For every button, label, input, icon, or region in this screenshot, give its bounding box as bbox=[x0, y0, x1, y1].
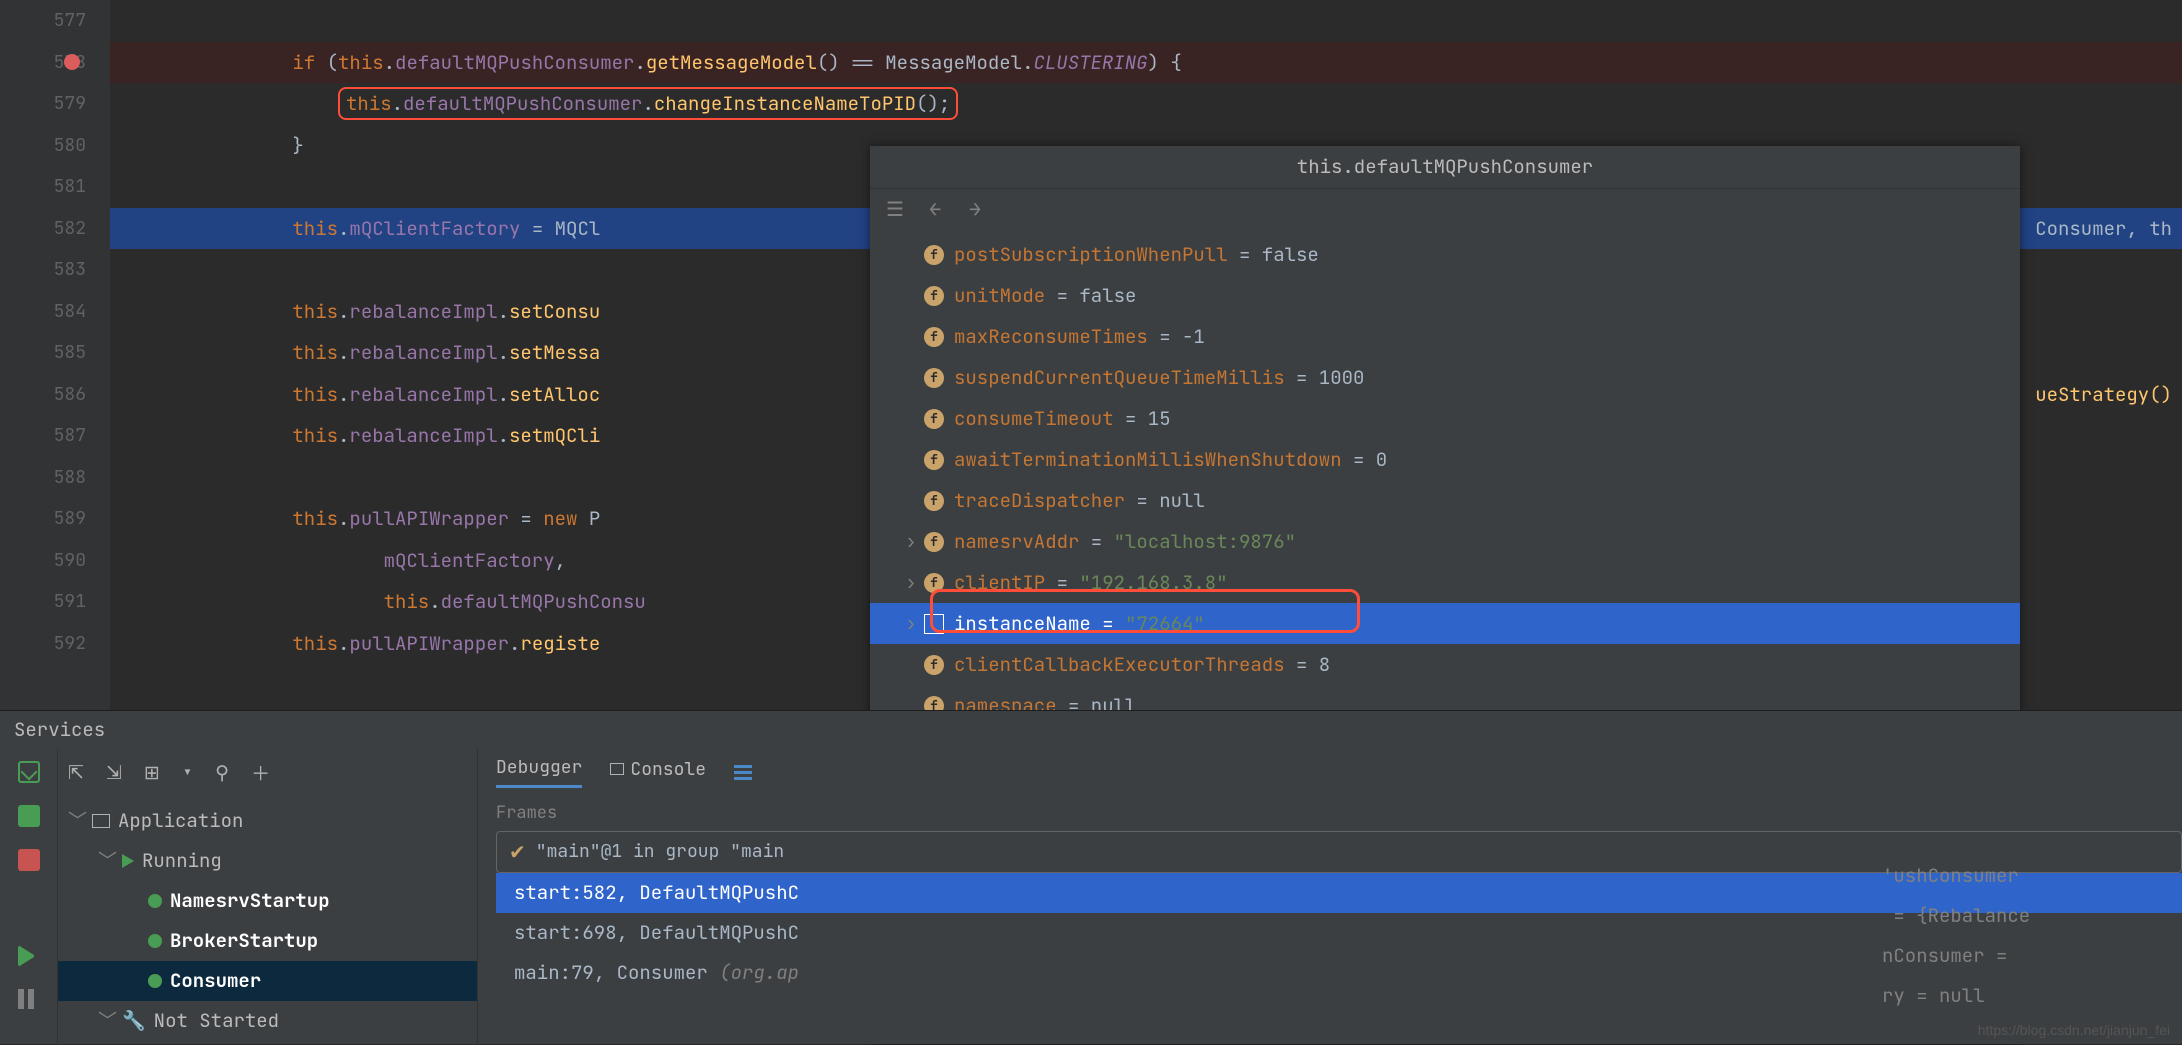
filter-icon[interactable]: ▾ bbox=[182, 760, 193, 785]
tree-item-namesrv[interactable]: NamesrvStartup bbox=[58, 881, 477, 921]
line-number: 587 bbox=[0, 415, 110, 457]
inline-debug-values: 'ushConsumer = {Rebalance nConsumer = ry… bbox=[1882, 856, 2182, 1016]
highlighted-code-box: this.defaultMQPushConsumer.changeInstanc… bbox=[338, 87, 958, 120]
field-badge-icon: f bbox=[924, 286, 944, 306]
frames-title: Frames bbox=[496, 795, 2182, 831]
line-number: 589 bbox=[0, 498, 110, 540]
wrench-icon: 🔧 bbox=[122, 1001, 146, 1041]
debug-variable-row[interactable]: fconsumeTimeout = 15 bbox=[870, 398, 2020, 439]
keyword-if: if bbox=[292, 50, 315, 75]
layout-icon[interactable] bbox=[734, 765, 752, 780]
bug-icon bbox=[148, 894, 162, 908]
debug-variable-row[interactable]: ftraceDispatcher = null bbox=[870, 480, 2020, 521]
field-badge-icon: f bbox=[924, 245, 944, 265]
debug-variable-row[interactable]: fsuspendCurrentQueueTimeMillis = 1000 bbox=[870, 357, 2020, 398]
line-number: 577 bbox=[0, 0, 110, 42]
expand-all-icon[interactable]: ⇱ bbox=[68, 760, 84, 785]
field-badge-icon: f bbox=[924, 491, 944, 511]
line-number: 583 bbox=[0, 249, 110, 291]
line-number: 578 bbox=[0, 42, 110, 84]
line-number: 592 bbox=[0, 623, 110, 665]
line-number: 579 bbox=[0, 83, 110, 125]
tree-running[interactable]: ﹀Running bbox=[58, 841, 477, 881]
field-badge-icon: f bbox=[924, 532, 944, 552]
debug-tabs: Debugger Console bbox=[478, 749, 2182, 795]
debug-variable-row[interactable]: ›instanceName = "72664" bbox=[870, 603, 2020, 644]
tree-item-broker[interactable]: BrokerStartup bbox=[58, 921, 477, 961]
rerun-icon[interactable] bbox=[18, 761, 40, 783]
resume-icon[interactable] bbox=[18, 945, 40, 967]
breakpoint-icon[interactable] bbox=[64, 54, 80, 70]
line-number: 590 bbox=[0, 540, 110, 582]
tag-icon[interactable]: ⚲ bbox=[215, 760, 229, 785]
debug-variable-row[interactable]: ›fnamesrvAddr = "localhost:9876" bbox=[870, 521, 2020, 562]
tab-console[interactable]: Console bbox=[610, 758, 706, 787]
services-tool-window: Services ⇱ ⇲ ⊞ ▾ ⚲ ＋ ﹀Application ﹀Runni… bbox=[0, 710, 2182, 1044]
debug-variable-row[interactable]: ›fclientIP = "192.168.3.8" bbox=[870, 562, 2020, 603]
services-tree-toolbar: ⇱ ⇲ ⊞ ▾ ⚲ ＋ bbox=[58, 749, 477, 795]
running-icon bbox=[122, 854, 134, 868]
field-badge-icon: f bbox=[924, 573, 944, 593]
line-number: 591 bbox=[0, 581, 110, 623]
popup-toolbar: ☰ ← → bbox=[870, 188, 2020, 228]
line-number: 581 bbox=[0, 166, 110, 208]
debug-variable-row[interactable]: fmaxReconsumeTimes = -1 bbox=[870, 316, 2020, 357]
application-icon bbox=[92, 814, 110, 828]
field-badge-icon: f bbox=[924, 368, 944, 388]
field-badge-icon: f bbox=[924, 655, 944, 675]
field-badge-icon: f bbox=[924, 409, 944, 429]
line-number: 585 bbox=[0, 332, 110, 374]
check-icon: ✔ bbox=[509, 831, 526, 873]
tree-item-consumer[interactable]: Consumer bbox=[58, 961, 477, 1001]
line-number: 586 bbox=[0, 374, 110, 416]
field-badge-icon: f bbox=[924, 327, 944, 347]
line-number: 582 bbox=[0, 208, 110, 250]
editor-gutter: 577 578 579 580 581 582 583 584 585 586 … bbox=[0, 0, 110, 710]
tree-not-started[interactable]: ﹀🔧Not Started bbox=[58, 1001, 477, 1041]
add-service-icon[interactable]: ＋ bbox=[251, 759, 270, 786]
pin-icon bbox=[924, 614, 944, 634]
field-badge-icon: f bbox=[924, 450, 944, 470]
tree-application[interactable]: ﹀Application bbox=[58, 801, 477, 841]
debug-icon[interactable] bbox=[18, 805, 40, 827]
collapse-all-icon[interactable]: ⇲ bbox=[106, 760, 122, 785]
line-number: 588 bbox=[0, 457, 110, 499]
debug-variable-row[interactable]: fpostSubscriptionWhenPull = false bbox=[870, 234, 2020, 275]
debug-variable-row[interactable]: fclientCallbackExecutorThreads = 8 bbox=[870, 644, 2020, 685]
debug-variable-row[interactable]: fawaitTerminationMillisWhenShutdown = 0 bbox=[870, 439, 2020, 480]
services-action-gutter bbox=[0, 749, 58, 1045]
console-icon bbox=[610, 763, 624, 775]
services-title: Services bbox=[0, 711, 2182, 749]
debug-variable-row[interactable]: funitMode = false bbox=[870, 275, 2020, 316]
pause-icon[interactable] bbox=[18, 989, 40, 1011]
services-tree: ⇱ ⇲ ⊞ ▾ ⚲ ＋ ﹀Application ﹀Running Namesr… bbox=[58, 749, 478, 1045]
tab-debugger[interactable]: Debugger bbox=[496, 756, 582, 788]
watermark: https://blog.csdn.net/jianjun_fei bbox=[1978, 1022, 2170, 1038]
nav-back-icon[interactable]: ← bbox=[924, 198, 946, 220]
group-icon[interactable]: ⊞ bbox=[144, 760, 160, 785]
line-number: 584 bbox=[0, 291, 110, 333]
bug-icon bbox=[148, 934, 162, 948]
line-number: 580 bbox=[0, 125, 110, 167]
popup-title: this.defaultMQPushConsumer bbox=[870, 146, 2020, 188]
new-watch-icon[interactable]: ☰ bbox=[884, 198, 906, 220]
nav-forward-icon[interactable]: → bbox=[964, 198, 986, 220]
stop-icon[interactable] bbox=[18, 849, 40, 871]
bug-icon bbox=[148, 974, 162, 988]
